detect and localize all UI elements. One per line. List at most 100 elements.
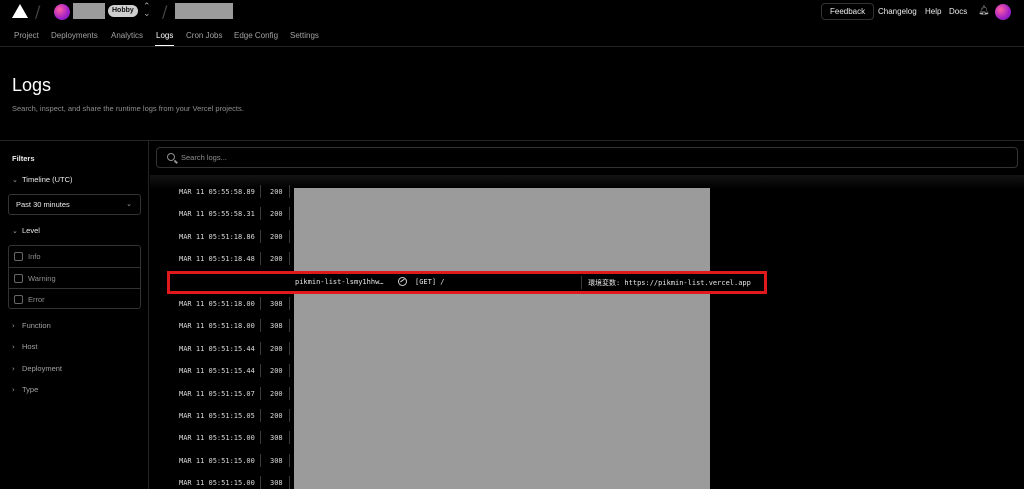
help-link[interactable]: Help [925,7,941,16]
log-status-code: 200 [270,344,283,353]
log-timestamp: MAR 11 05:55:58.31 [179,210,255,219]
section-label: Type [22,385,39,394]
column-separator [260,229,261,243]
column-separator [289,453,290,467]
chevron-down-icon: ⌄ [12,176,18,184]
filters-sidebar: Filters ⌄ Timeline (UTC) Past 30 minutes … [0,141,149,489]
checkbox[interactable] [14,274,23,283]
level-option-label: Info [28,252,41,261]
level-option-error[interactable]: Error [9,288,140,309]
column-separator [289,297,290,310]
tab-logs[interactable]: Logs [156,31,173,40]
level-option-warning[interactable]: Warning [9,267,140,288]
column-separator [289,364,290,378]
host-section-toggle[interactable]: › Host [12,342,37,351]
top-bar: / Hobby ⌃ ⌄ / Feedback Changelog Help Doc… [0,0,1024,24]
log-timestamp: MAR 11 05:51:15.00 [179,434,255,443]
column-separator [289,185,290,198]
log-timestamp: MAR 11 05:51:18.48 [179,255,255,264]
vercel-logo-icon[interactable] [12,4,28,18]
user-avatar[interactable] [995,4,1011,20]
section-label: Deployment [22,364,63,373]
column-separator [260,319,261,333]
level-option-label: Warning [28,274,56,283]
divider [0,140,1024,141]
column-separator [260,386,261,400]
team-switcher-chevron-icon[interactable]: ⌃ ⌄ [143,3,151,19]
level-option-label: Error [28,295,45,304]
tab-analytics[interactable]: Analytics [111,31,143,40]
checkbox[interactable] [14,295,23,304]
tab-deployments[interactable]: Deployments [51,31,98,40]
timeline-section-toggle[interactable]: ⌄ Timeline (UTC) [12,175,73,184]
tab-cron-jobs[interactable]: Cron Jobs [186,31,222,40]
column-separator [260,341,261,355]
timeline-label: Timeline (UTC) [22,175,73,184]
log-details-redacted [294,188,710,489]
log-timestamp: MAR 11 05:51:15.44 [179,367,255,376]
chevron-right-icon: › [12,322,15,330]
log-status-code: 200 [270,210,283,219]
log-timestamp: MAR 11 05:51:15.44 [179,344,255,353]
section-label: Host [22,342,38,351]
log-deployment[interactable]: pikmin-list-lsmy1hhw… [295,278,384,286]
page-subtitle: Search, inspect, and share the runtime l… [12,104,244,113]
tab-settings[interactable]: Settings [290,31,319,40]
notification-bell-icon[interactable]: 🔔︎ [978,6,989,16]
changelog-link[interactable]: Changelog [878,7,917,16]
function-section-toggle[interactable]: › Function [12,321,51,330]
log-timestamp: MAR 11 05:51:15.05 [179,412,255,420]
column-separator [260,476,261,489]
log-status-code: 308 [270,434,283,443]
log-timestamp: MAR 11 05:51:15.00 [179,456,255,465]
log-timestamp: MAR 11 05:51:18.86 [179,232,255,241]
column-separator [260,431,261,445]
column-separator [260,409,261,422]
column-separator [289,409,290,422]
log-status-code: 308 [270,456,283,465]
timeline-select[interactable]: Past 30 minutes ⌄ [8,194,141,215]
divider [0,46,1024,47]
column-separator [289,252,290,266]
request-icon [398,277,407,286]
log-timestamp: MAR 11 05:51:15.07 [179,389,255,398]
log-status-code: 200 [270,255,283,264]
level-section-toggle[interactable]: ⌄ Level [12,226,40,235]
team-avatar[interactable] [54,4,70,20]
chevron-right-icon: › [12,365,15,373]
column-separator [289,319,290,333]
column-separator [289,386,290,400]
log-message: 環境変数: https://pikmin-list.vercel.app [588,279,751,287]
column-separator [260,364,261,378]
chevron-right-icon: › [12,386,15,394]
column-separator [289,431,290,445]
column-separator [289,207,290,221]
column-separator [260,252,261,266]
checkbox[interactable] [14,252,23,261]
column-separator [260,207,261,221]
column-separator [289,229,290,243]
log-status-code: 200 [270,232,283,241]
deployment-section-toggle[interactable]: › Deployment [12,364,62,373]
page-title: Logs [12,75,52,95]
project-name-redacted[interactable] [175,3,233,19]
breadcrumb-separator-icon: / [162,2,168,21]
type-section-toggle[interactable]: › Type [12,385,38,394]
docs-link[interactable]: Docs [949,7,967,16]
search-input[interactable] [181,151,1001,164]
column-separator [260,185,261,198]
log-request: [GET] / [415,278,445,286]
tab-edge-config[interactable]: Edge Config [234,31,278,40]
feedback-button[interactable]: Feedback [821,3,875,20]
chevron-down-icon: ⌄ [12,227,18,235]
team-name-redacted[interactable] [73,3,105,19]
log-timestamp: MAR 11 05:51:18.00 [179,300,255,308]
search-bar[interactable] [156,147,1018,168]
level-option-info[interactable]: Info [9,246,140,267]
breadcrumb-separator-icon: / [35,2,41,21]
column-separator [581,276,582,289]
log-timestamp: MAR 11 05:55:58.89 [179,188,255,196]
tab-project[interactable]: Project [14,31,39,40]
chevron-down-icon: ⌄ [126,200,132,208]
log-status-code: 200 [270,188,283,196]
